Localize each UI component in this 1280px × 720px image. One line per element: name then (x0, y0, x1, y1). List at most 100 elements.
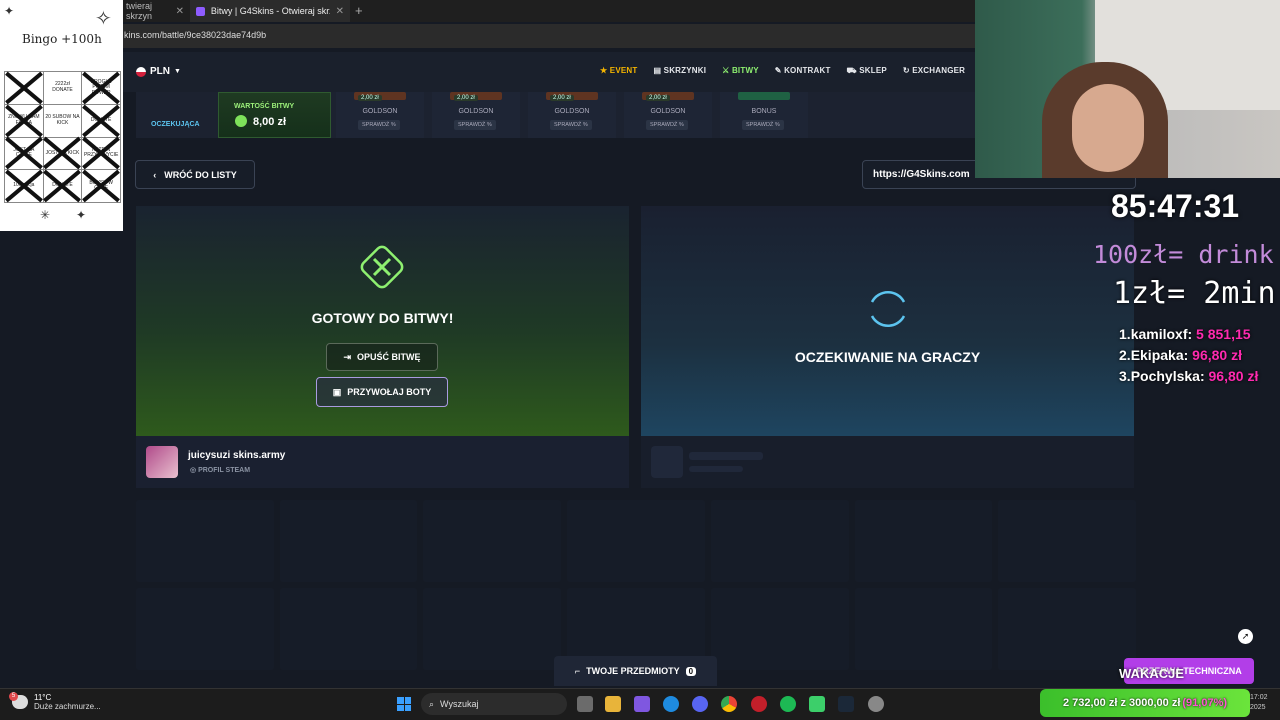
case-price: 2,00 zł (646, 95, 670, 101)
case-check-button[interactable]: SPRAWDŹ % (454, 120, 496, 130)
share-url[interactable]: https://G4Skins.com (873, 169, 970, 180)
currency-selector[interactable]: PLN ▼ (136, 66, 181, 77)
skeleton-line (689, 452, 763, 460)
search-icon: ⌕ (429, 698, 435, 709)
item-placeholder (854, 500, 993, 582)
player-name[interactable]: juicysuzi skins.army (188, 450, 285, 461)
case-check-button[interactable]: SPRAWDŹ % (358, 120, 400, 130)
tab-title: Bitwy | G4Skins - Otwieraj skrzynki (210, 6, 330, 16)
nav-exchanger[interactable]: ↻ EXCHANGER (903, 66, 965, 76)
bingo-cell: BOYSU W GRZE (82, 170, 121, 203)
case-price: 2,00 zł (454, 95, 478, 101)
nav-bitwy[interactable]: ⚔ BITWY (722, 66, 759, 76)
case-slot-bonus[interactable]: BONUS SPRAWDŹ % (720, 92, 808, 138)
item-placeholder (279, 588, 418, 670)
file-explorer-icon[interactable] (605, 696, 621, 712)
bots-label: PRZYWOŁAJ BOTY (347, 387, 432, 397)
bingo-cell: JOST NA CZATE (5, 137, 44, 171)
ready-title: GOTOWY DO BITWY! (311, 310, 454, 326)
copilot-icon[interactable] (634, 696, 650, 712)
site-favicon-icon (196, 6, 205, 16)
loading-spinner-icon (870, 291, 906, 327)
item-placeholder (423, 500, 562, 582)
bingo-cell: 20 SUBOW NA KICK (43, 104, 83, 138)
obs-like-icon[interactable] (809, 696, 825, 712)
bingo-cell: PROGLE PRZEM POWER (82, 72, 121, 105)
nav-skrzynki[interactable]: ▤ SKRZYNKI (653, 66, 706, 76)
case-check-button[interactable]: SPRAWDŹ % (550, 120, 592, 130)
case-slot[interactable]: 2,00 zł GOLDSON SPRAWDŹ % (528, 92, 616, 138)
url-text[interactable]: kins.com/battle/9ce38023dae74d9b (124, 30, 266, 40)
case-check-button[interactable]: SPRAWDŹ % (646, 120, 688, 130)
back-to-list-button[interactable]: ‹ WRÓĆ DO LISTY (135, 160, 255, 189)
webcam-streamer-face (1072, 84, 1144, 172)
discord-icon[interactable] (692, 696, 708, 712)
nav-event[interactable]: ★ EVENT (600, 66, 637, 76)
item-placeholder (710, 500, 849, 582)
system-clock[interactable]: 17:02 2025 (1250, 693, 1268, 713)
bingo-cell: DONATE (82, 104, 121, 138)
steam-icon[interactable] (838, 696, 854, 712)
battle-value: 8,00 zł (253, 116, 287, 128)
chevron-left-icon: ‹ (153, 169, 157, 180)
sparkle-icon: ✦ (4, 4, 15, 18)
call-bots-button[interactable]: ▣ PRZYWOŁAJ BOTY (316, 377, 448, 407)
opera-gx-icon[interactable] (751, 696, 767, 712)
rocket-icon[interactable]: ➚ (1238, 629, 1253, 644)
browser-tab-active[interactable]: Bitwy | G4Skins - Otwieraj skrzynki ✕ (190, 0, 350, 22)
new-tab-icon[interactable]: + (355, 3, 363, 18)
poland-flag-icon (136, 66, 146, 77)
bingo-title: Bingo +100h (22, 32, 102, 46)
case-slot[interactable]: 2,00 zł GOLDSON SPRAWDŹ % (432, 92, 520, 138)
donor-leaderboard: 1.kamiloxf: 5 851,15 2.Ekipaka: 96,80 zł… (1119, 324, 1258, 387)
item-placeholder (279, 500, 418, 582)
bingo-overlay: ✦ ✧ Bingo +100h 2222zł DONATE PROGLE PRZ… (0, 0, 123, 231)
battle-value-box: WARTOŚĆ BITWY 8,00 zł (218, 92, 331, 138)
steam-profile-link[interactable]: ◎ PROFIL STEAM (190, 466, 250, 474)
bingo-cell: 2222zł DONATE (43, 72, 83, 105)
donation-goal-bar: 2 732,00 zł z 3000,00 zł (91,07%) (1040, 689, 1250, 717)
case-name: GOLDSON (554, 108, 590, 115)
case-check-button[interactable]: SPRAWDŹ % (742, 120, 784, 130)
leave-label: OPUŚĆ BITWĘ (357, 352, 421, 362)
crossed-swords-icon (360, 245, 404, 289)
task-view-icon[interactable] (577, 696, 593, 712)
case-slot[interactable]: 2,00 zł GOLDSON SPRAWDŹ % (624, 92, 712, 138)
bingo-cell: 10x akcja (5, 170, 44, 203)
donation-percent: (91,07%) (1182, 697, 1228, 709)
chevron-down-icon: ▼ (174, 68, 181, 75)
bingo-cell: JOST NA KICK (43, 137, 83, 171)
spotify-icon[interactable] (780, 696, 796, 712)
cloud-icon: 5 (9, 692, 28, 709)
sparkle-icon: ✳ (40, 208, 51, 222)
skeleton-line (689, 466, 743, 472)
case-slot[interactable]: 2,00 zł GOLDSON SPRAWDŹ % (336, 92, 424, 138)
nav-kontrakt[interactable]: ✎ KONTRAKT (775, 66, 831, 76)
case-image (738, 92, 790, 100)
nav-sklep[interactable]: ⛟ SKLEP (847, 66, 887, 76)
goal-label: WAKACJE (1119, 666, 1185, 681)
weather-desc: Duże zachmurze... (34, 702, 101, 711)
back-label: WRÓĆ DO LISTY (164, 169, 237, 180)
windows-start-icon[interactable] (397, 697, 411, 711)
avatar[interactable] (146, 446, 178, 478)
chrome-icon[interactable] (721, 696, 737, 712)
taskbar-search[interactable]: ⌕ Wyszukaj (421, 693, 567, 715)
exit-icon: ⇥ (343, 351, 352, 362)
item-placeholder (854, 588, 993, 670)
currency-label: PLN (150, 66, 170, 77)
bingo-cell: ZNOWU NAM FANKA (5, 104, 44, 138)
edge-icon[interactable] (663, 696, 679, 712)
gun-icon: ⌐ (574, 666, 581, 676)
your-items-button[interactable]: ⌐ TWOJE PRZEDMIOTY 0 (554, 656, 717, 686)
tab-title: twieraj skrzyn (126, 1, 153, 21)
case-name: GOLDSON (650, 108, 686, 115)
close-icon[interactable]: ✕ (336, 6, 344, 17)
leave-battle-button[interactable]: ⇥ OPUŚĆ BITWĘ (326, 343, 438, 371)
battle-value-label: WARTOŚĆ BITWY (234, 103, 295, 110)
settings-gear-icon[interactable] (868, 696, 884, 712)
browser-tab-prev[interactable]: twieraj skrzyn ✕ (120, 0, 190, 22)
leaderboard-row: 1.kamiloxf: 5 851,15 (1119, 326, 1251, 342)
close-icon[interactable]: ✕ (176, 6, 184, 17)
weather-widget[interactable]: 5 11°C Duże zachmurze... (9, 692, 101, 711)
